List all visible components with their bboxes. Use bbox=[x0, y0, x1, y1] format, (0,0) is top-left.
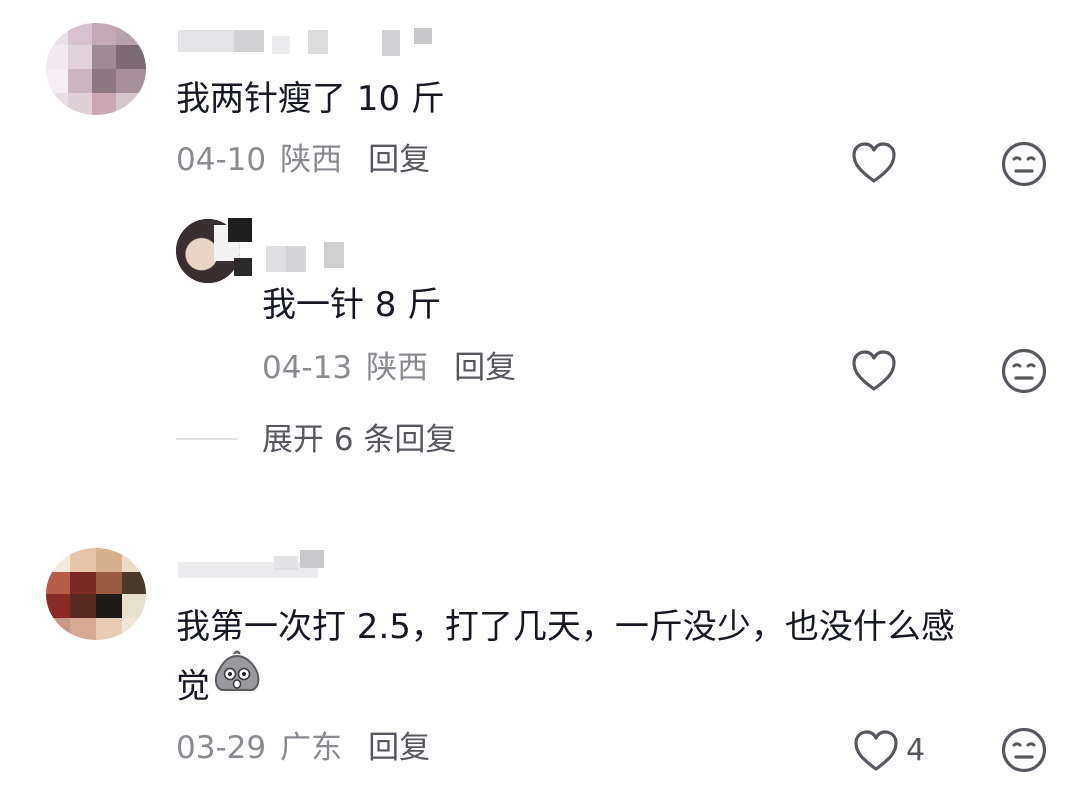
reply-meta: 04-13 陕西 回复 bbox=[262, 348, 516, 388]
scared-blob-emoji bbox=[212, 650, 262, 718]
comment-text-line1: 我第一次打 2.5，打了几天，一斤没少，也没什么感 bbox=[176, 607, 955, 647]
username-redacted[interactable] bbox=[178, 26, 438, 60]
comment-text: 我两针瘦了 10 斤 bbox=[176, 79, 445, 119]
comment-location: 陕西 bbox=[280, 142, 343, 178]
dislike-button[interactable] bbox=[1000, 140, 1048, 188]
comment-date: 03-29 bbox=[176, 730, 267, 766]
comment-meta: 04-10 陕西 回复 bbox=[176, 140, 430, 180]
like-button[interactable] bbox=[850, 348, 898, 394]
reply-date: 04-13 bbox=[262, 350, 353, 386]
like-count: 4 bbox=[906, 733, 926, 768]
comment-date: 04-10 bbox=[176, 142, 267, 178]
reply-text: 我一针 8 斤 bbox=[262, 285, 442, 325]
heart-outline-icon bbox=[852, 142, 896, 183]
like-button[interactable] bbox=[852, 728, 900, 774]
reply-username-redacted[interactable] bbox=[266, 240, 356, 276]
expand-replies-button[interactable]: 展开 6 条回复 bbox=[262, 420, 456, 460]
heart-outline-icon bbox=[852, 350, 896, 391]
username-redacted[interactable] bbox=[178, 548, 338, 580]
meh-face-icon bbox=[1001, 727, 1047, 773]
expand-divider bbox=[176, 438, 238, 440]
dislike-button[interactable] bbox=[1000, 347, 1048, 395]
comment-meta: 03-29 广东 回复 bbox=[176, 728, 430, 768]
reply-button[interactable]: 回复 bbox=[368, 142, 430, 178]
comment-location: 广东 bbox=[280, 730, 343, 766]
heart-outline-icon bbox=[854, 730, 898, 771]
meh-face-icon bbox=[1001, 141, 1047, 187]
comment-text-line2: 觉 bbox=[176, 650, 262, 722]
reply-button[interactable]: 回复 bbox=[454, 350, 516, 386]
reply-button[interactable]: 回复 bbox=[368, 730, 430, 766]
like-button[interactable] bbox=[850, 140, 898, 186]
user-avatar[interactable] bbox=[46, 23, 146, 115]
dislike-button[interactable] bbox=[1000, 726, 1048, 774]
user-avatar[interactable] bbox=[46, 548, 146, 640]
reply-location: 陕西 bbox=[366, 350, 429, 386]
meh-face-icon bbox=[1001, 348, 1047, 394]
